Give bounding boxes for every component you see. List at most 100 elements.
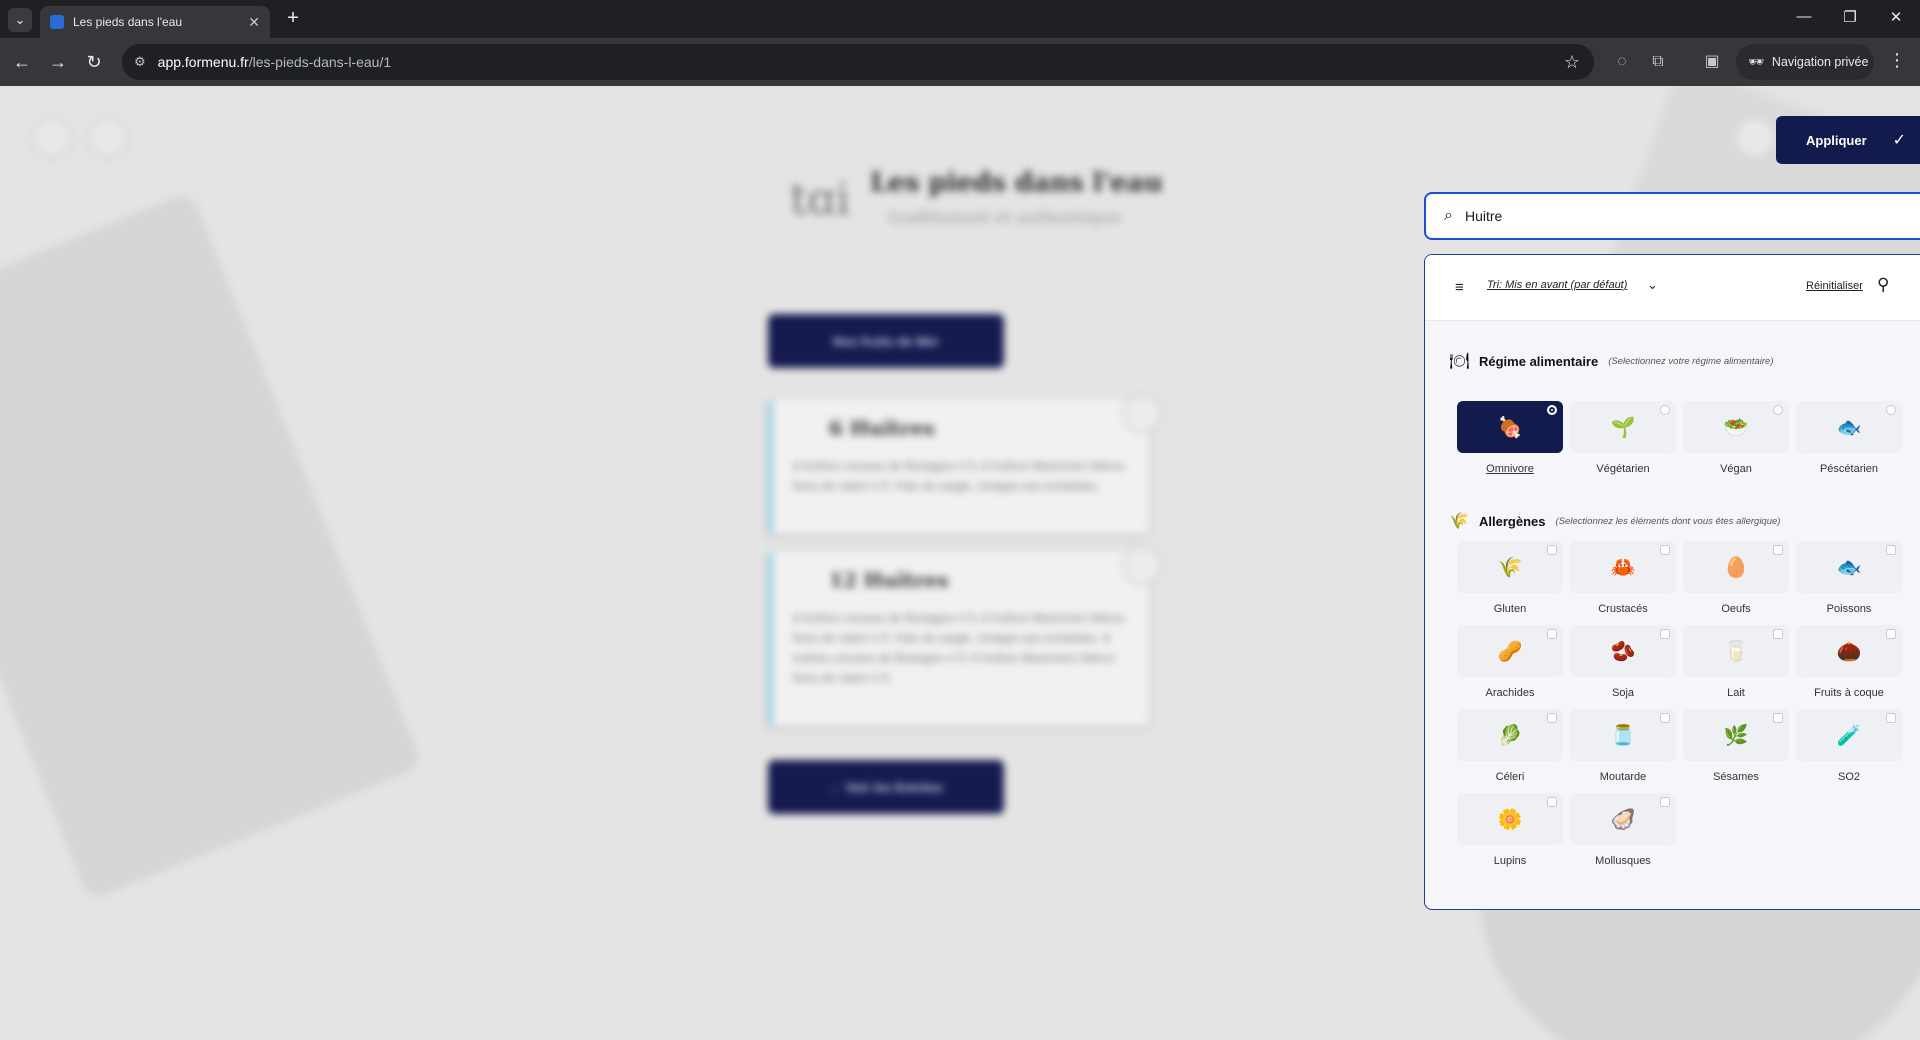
radio-button[interactable] — [1886, 405, 1896, 415]
sort-icon[interactable]: ≡ — [1455, 279, 1464, 296]
radio-button[interactable] — [1773, 405, 1783, 415]
chevron-down-icon[interactable]: ⌄ — [1647, 277, 1658, 293]
back-icon[interactable]: ← — [10, 50, 34, 74]
allergen-tile[interactable]: 🥜 — [1457, 625, 1563, 677]
filter-reset-icon[interactable]: ⚲ — [1877, 275, 1889, 295]
allergen-option-so2[interactable]: 🧪 SO2 — [1796, 709, 1902, 783]
diet-option-omnivore[interactable]: 🍖 Omnivore — [1457, 401, 1563, 475]
extensions-icon[interactable]: ⧉ — [1646, 50, 1670, 74]
browser-toolbar: ← → ↻ ⚙ app.formenu.fr/les-pieds-dans-l-… — [0, 38, 1920, 86]
allergen-tile[interactable]: 🐟 — [1796, 541, 1902, 593]
checkbox[interactable] — [1547, 797, 1557, 807]
browser-tab[interactable]: Les pieds dans l'eau ✕ — [40, 6, 270, 38]
allergen-option-label: Lait — [1727, 687, 1745, 699]
checkbox[interactable] — [1660, 797, 1670, 807]
menu-item-card[interactable]: 6 Huîtres 6 huîtres creuses de Bretagne … — [768, 394, 1162, 534]
tab-title: Les pieds dans l'eau — [73, 15, 183, 29]
apply-filters-button[interactable]: Appliquer ✓ — [1776, 116, 1920, 164]
allergen-option-label: SO2 — [1837, 771, 1860, 783]
private-mode-badge[interactable]: 🕶 Navigation privée — [1736, 44, 1874, 80]
checkbox[interactable] — [1660, 545, 1670, 555]
bookmark-star-icon[interactable]: ☆ — [1564, 52, 1580, 73]
checkbox[interactable] — [1773, 545, 1783, 555]
allergen-option-crustaces[interactable]: 🦀 Crustacés — [1570, 541, 1676, 615]
tab-search-button[interactable]: ⌄ — [8, 8, 32, 32]
allergen-tile[interactable]: 🥚 — [1683, 541, 1789, 593]
allergen-tile[interactable]: 🌿 — [1683, 709, 1789, 761]
allergen-tile[interactable]: 🌾 — [1457, 541, 1563, 593]
allergen-tile[interactable]: 🧪 — [1796, 709, 1902, 761]
diet-section-hint: (Selectionnez votre régime alimentaire) — [1608, 355, 1774, 367]
reset-filters-link[interactable]: Réinitialiser — [1806, 280, 1863, 292]
new-tab-button[interactable]: + — [282, 8, 304, 30]
address-bar[interactable]: ⚙ app.formenu.fr/les-pieds-dans-l-eau/1 … — [122, 44, 1594, 80]
menu-item-card[interactable]: 12 Huîtres 6 huîtres creuses de Bretagne… — [768, 546, 1162, 726]
checkbox[interactable] — [1886, 629, 1896, 639]
restore-icon[interactable]: ❐ — [1838, 8, 1862, 26]
poissons-icon: 🐟 — [1836, 556, 1862, 579]
diet-option-pescetarien[interactable]: 🐟 Péscétarien — [1796, 401, 1902, 475]
diet-tile[interactable]: 🍖 — [1457, 401, 1563, 453]
allergen-tile[interactable]: 🥬 — [1457, 709, 1563, 761]
allergens-section-hint: (Selectionnez les éléments dont vous ête… — [1555, 515, 1781, 527]
allergen-option-lupins[interactable]: 🌼 Lupins — [1457, 793, 1563, 867]
allergen-option-celeri[interactable]: 🥬 Céleri — [1457, 709, 1563, 783]
soja-icon: 🫘 — [1610, 640, 1636, 663]
search-input[interactable] — [1464, 208, 1865, 224]
radio-button[interactable] — [1660, 405, 1670, 415]
tracking-icon[interactable]: ◌ — [1610, 50, 1634, 74]
diet-option-vegan[interactable]: 🥗 Végan — [1683, 401, 1789, 475]
site-favicon-icon — [50, 15, 64, 29]
minimize-icon[interactable]: — — [1792, 8, 1816, 25]
card-action-button[interactable] — [1122, 546, 1162, 586]
checkbox[interactable] — [1547, 545, 1557, 555]
allergen-tile[interactable]: 🌼 — [1457, 793, 1563, 845]
allergen-tile[interactable]: 🫙 — [1570, 709, 1676, 761]
category-search-button[interactable]: Nos fruits de Mer — [768, 314, 1004, 368]
home-circle-button[interactable] — [87, 117, 129, 159]
forward-icon[interactable]: → — [46, 50, 70, 74]
allergen-option-arachides[interactable]: 🥜 Arachides — [1457, 625, 1563, 699]
allergen-option-sesames[interactable]: 🌿 Sésames — [1683, 709, 1789, 783]
diet-tile[interactable]: 🥗 — [1683, 401, 1789, 453]
radio-button[interactable] — [1547, 405, 1557, 415]
allergen-option-poissons[interactable]: 🐟 Poissons — [1796, 541, 1902, 615]
checkbox[interactable] — [1547, 629, 1557, 639]
back-circle-button[interactable] — [31, 117, 73, 159]
search-field[interactable]: ⌕ — [1424, 192, 1920, 240]
allergen-option-gluten[interactable]: 🌾 Gluten — [1457, 541, 1563, 615]
diet-tile[interactable]: 🐟 — [1796, 401, 1902, 453]
allergen-option-fruits-a-coque[interactable]: 🌰 Fruits à coque — [1796, 625, 1902, 699]
checkbox[interactable] — [1886, 545, 1896, 555]
allergen-option-moutarde[interactable]: 🫙 Moutarde — [1570, 709, 1676, 783]
previous-category-button[interactable]: ← Voir les Entrées — [768, 760, 1004, 814]
allergen-option-lait[interactable]: 🥛 Lait — [1683, 625, 1789, 699]
allergen-option-soja[interactable]: 🫘 Soja — [1570, 625, 1676, 699]
checkbox[interactable] — [1660, 713, 1670, 723]
diet-option-vegetarien[interactable]: 🌱 Végétarien — [1570, 401, 1676, 475]
allergen-tile[interactable]: 🥛 — [1683, 625, 1789, 677]
allergen-tile[interactable]: 🦀 — [1570, 541, 1676, 593]
checkbox[interactable] — [1547, 713, 1557, 723]
mollusques-icon: 🦪 — [1610, 808, 1636, 831]
reload-icon[interactable]: ↻ — [82, 50, 106, 74]
card-action-button[interactable] — [1122, 394, 1162, 434]
side-panel-icon[interactable]: ▣ — [1700, 50, 1724, 74]
checkbox[interactable] — [1773, 713, 1783, 723]
checkbox[interactable] — [1660, 629, 1670, 639]
sort-dropdown[interactable]: Tri: Mis en avant (par défaut) — [1487, 279, 1627, 291]
checkbox[interactable] — [1773, 629, 1783, 639]
allergen-option-oeufs[interactable]: 🥚 Oeufs — [1683, 541, 1789, 615]
allergen-tile[interactable]: 🌰 — [1796, 625, 1902, 677]
diet-tile[interactable]: 🌱 — [1570, 401, 1676, 453]
allergen-tile[interactable]: 🦪 — [1570, 793, 1676, 845]
site-info-icon[interactable]: ⚙ — [134, 54, 146, 70]
allergen-tile[interactable]: 🫘 — [1570, 625, 1676, 677]
close-tab-icon[interactable]: ✕ — [248, 14, 260, 31]
close-window-icon[interactable]: ✕ — [1884, 8, 1908, 26]
oeufs-icon: 🥚 — [1723, 556, 1749, 579]
checkbox[interactable] — [1886, 713, 1896, 723]
info-circle-button[interactable] — [1734, 117, 1776, 159]
browser-menu-icon[interactable]: ⋮ — [1888, 50, 1906, 71]
allergen-option-mollusques[interactable]: 🦪 Mollusques — [1570, 793, 1676, 867]
